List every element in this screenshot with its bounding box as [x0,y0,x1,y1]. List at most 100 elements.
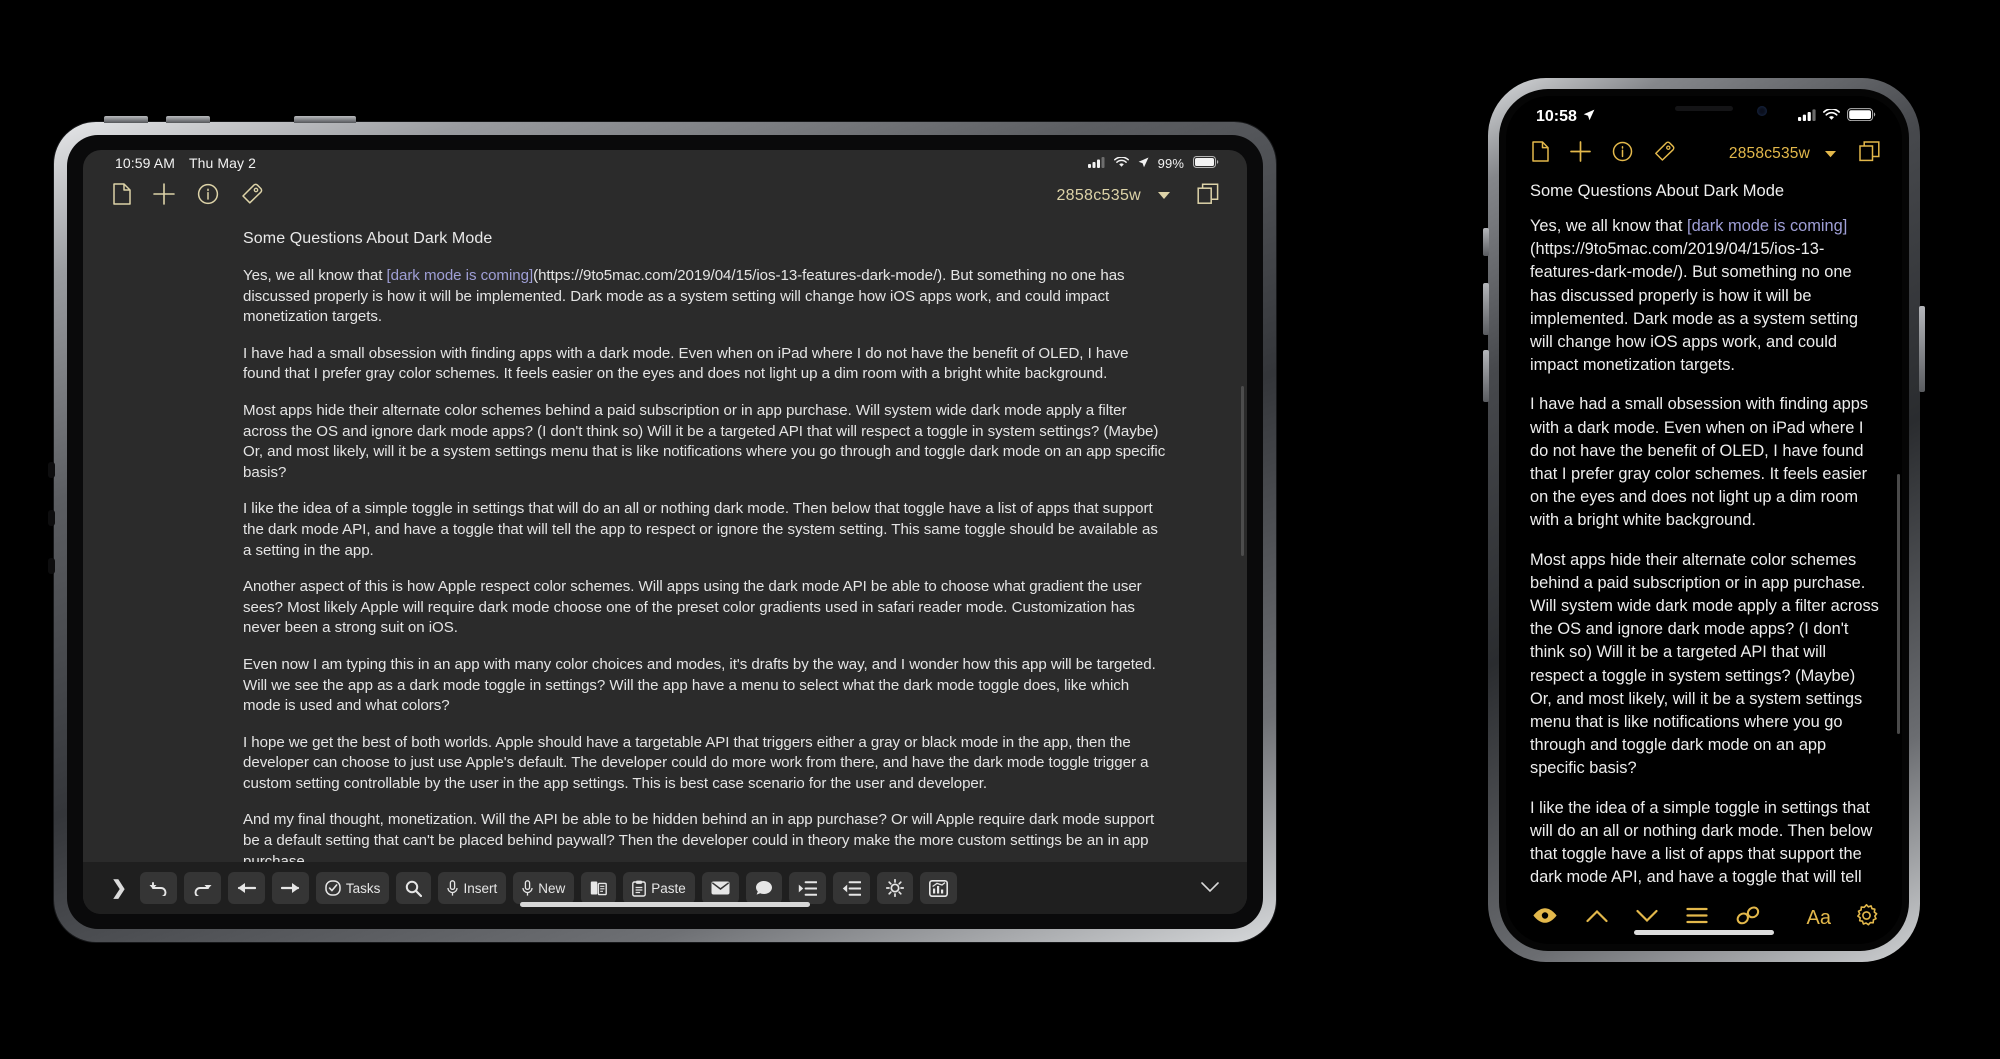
iphone-document-code[interactable]: 2858c535w [1729,145,1810,163]
iphone-paragraph-3: Most apps hide their alternate color sch… [1530,550,1879,778]
move-right-button[interactable] [271,872,309,904]
iphone-bezel: 10:58 2858c535w Some Questions About Dar… [1499,89,1909,951]
plus-icon[interactable] [1570,141,1591,167]
ipad-volume-down-button[interactable] [166,116,210,123]
iphone-paragraph-1: Yes, we all know that [dark mode is comi… [1530,215,1880,377]
microphone-icon [522,879,533,897]
chevron-right-icon[interactable]: ❯ [111,877,127,900]
copy-button[interactable] [581,872,617,904]
chevron-down-icon[interactable] [1636,909,1658,928]
collapse-toolbar-button[interactable] [1201,878,1225,898]
paste-button[interactable]: Paste [623,872,695,904]
document-icon[interactable] [113,182,131,210]
ipad-home-indicator[interactable] [520,902,810,907]
eye-icon[interactable] [1532,907,1558,929]
ipad-status-bar: 10:59 AM Thu May 2 99% [83,150,1247,176]
font-size-button[interactable]: Aa [1807,907,1831,930]
iphone-power-button[interactable] [1919,306,1925,392]
undo-button[interactable] [139,872,177,904]
ipad-paragraph-7: I hope we get the best of both worlds. A… [243,733,1149,792]
duplicate-window-icon[interactable] [1197,182,1219,210]
ipad-paragraph-8: And my final thought, monetization. Will… [243,811,1155,862]
gear-icon[interactable] [1855,904,1878,932]
ipad-document-area[interactable]: Some Questions About Dark Mode Yes, we a… [83,216,1247,862]
ipad-status-date: Thu May 2 [188,155,256,171]
markdown-link-text[interactable]: [dark mode is coming] [1687,217,1847,235]
ipad-power-button[interactable] [294,116,356,123]
tasks-button-label: Tasks [345,880,381,896]
move-left-button[interactable] [227,872,265,904]
location-arrow-icon [1138,155,1149,171]
info-circle-icon[interactable] [197,183,219,210]
new-dictation-button[interactable]: New [513,872,575,904]
tasks-button[interactable]: Tasks [315,872,390,904]
stats-button[interactable] [919,872,957,904]
indent-button[interactable] [788,872,826,904]
tag-icon[interactable] [1654,141,1675,167]
ipad-volume-up-button[interactable] [104,116,148,123]
cellular-signal-icon [1798,108,1816,126]
iphone-document-title: Some Questions About Dark Mode [1530,182,1785,200]
ipad-paragraph-1: Yes, we all know that [dark mode is comi… [243,266,1169,328]
insert-dictation-button[interactable]: Insert [438,872,507,904]
ipad-paragraph-6: Even now I am typing this in an app with… [243,655,1156,715]
message-button[interactable] [745,872,782,904]
plus-icon[interactable] [153,182,175,210]
ipad-document-code[interactable]: 2858c535w [1056,187,1141,205]
link-icon[interactable] [1736,906,1760,930]
iphone-status-time: 10:58 [1536,108,1577,125]
chevron-down-icon[interactable] [1824,145,1837,163]
ipad-smart-connector [48,462,55,592]
iphone-paragraph-4: I like the idea of a simple toggle in se… [1530,798,1873,892]
screenshot-stage: 10:59 AM Thu May 2 99% 2858c535w Some Qu… [0,0,2000,1059]
new-button-label: New [538,880,566,896]
redo-button[interactable] [183,872,221,904]
markdown-link-text[interactable]: [dark mode is coming] [387,267,534,284]
iphone-home-indicator[interactable] [1634,930,1774,935]
chevron-down-icon[interactable] [1157,187,1171,205]
iphone-silent-switch[interactable] [1483,228,1489,256]
brightness-button[interactable] [876,872,913,904]
iphone-top-toolbar: 2858c535w [1506,134,1902,174]
p1-before-text: Yes, we all know that [243,267,387,284]
clipboard-icon [632,880,647,897]
ipad-status-time: 10:59 AM [115,155,175,171]
iphone-scrollbar[interactable] [1897,474,1900,734]
ipad-device: 10:59 AM Thu May 2 99% 2858c535w Some Qu… [48,116,1276,942]
ipad-paragraph-2: I have had a small obsession with findin… [243,344,1129,383]
p1-before-text: Yes, we all know that [1530,217,1688,235]
markdown-link-url: (https://9to5mac.com/2019/04/15/ios-13-f… [533,267,943,284]
battery-icon [1847,108,1876,126]
ipad-paragraph-4: I like the idea of a simple toggle in se… [243,500,1158,559]
list-lines-icon[interactable] [1686,907,1708,929]
ipad-screen: 10:59 AM Thu May 2 99% 2858c535w Some Qu… [83,150,1247,914]
iphone-volume-down-button[interactable] [1483,350,1489,402]
ipad-paragraph-3: Most apps hide their alternate color sch… [243,401,1166,481]
iphone-status-bar: 10:58 [1506,96,1902,134]
document-icon[interactable] [1532,141,1549,167]
iphone-volume-up-button[interactable] [1483,283,1489,335]
iphone-bottom-toolbar: Aa [1506,892,1902,944]
iphone-device: 10:58 2858c535w Some Questions About Dar… [1483,78,1925,962]
outdent-button[interactable] [832,872,870,904]
ipad-scrollbar[interactable] [1241,386,1244,556]
mail-button[interactable] [701,872,739,904]
tag-icon[interactable] [241,183,263,210]
ipad-paragraph-5: Another aspect of this is how Apple resp… [243,578,1142,637]
info-circle-icon[interactable] [1612,141,1633,167]
battery-icon [1193,155,1219,171]
wifi-icon [1823,108,1840,126]
ipad-battery-percent: 99% [1157,155,1184,171]
ipad-bezel: 10:59 AM Thu May 2 99% 2858c535w Some Qu… [67,135,1263,929]
insert-button-label: Insert [463,880,498,896]
check-circle-icon [325,880,341,896]
duplicate-window-icon[interactable] [1859,141,1880,167]
ipad-document-title: Some Questions About Dark Mode [243,230,493,247]
paste-button-label: Paste [651,880,686,896]
iphone-screen: 10:58 2858c535w Some Questions About Dar… [1506,96,1902,944]
microphone-icon [447,879,459,897]
search-button[interactable] [396,872,432,904]
ipad-top-toolbar: 2858c535w [83,176,1247,216]
iphone-document-area[interactable]: Some Questions About Dark Mode Yes, we a… [1506,174,1902,892]
chevron-up-icon[interactable] [1586,909,1608,928]
